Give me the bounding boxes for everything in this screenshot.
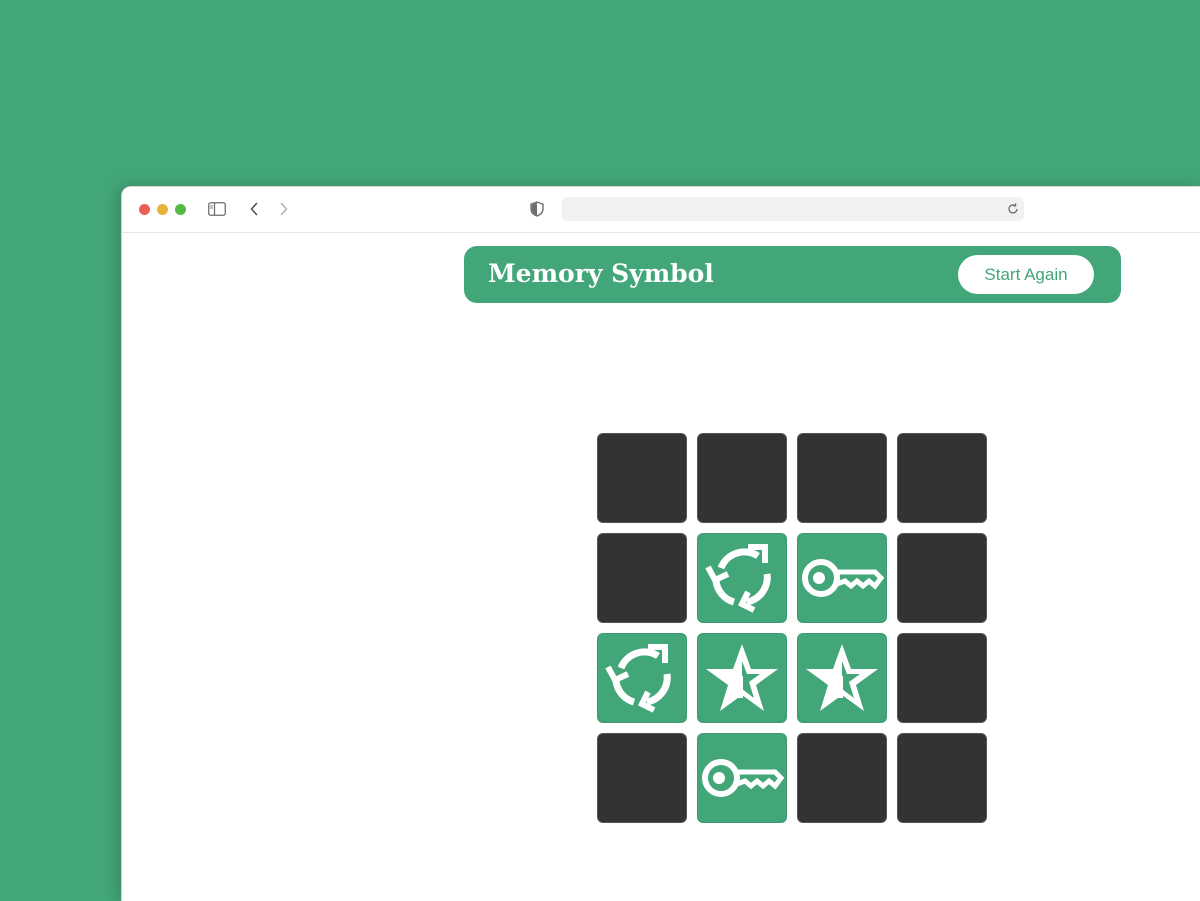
recycle-arrows-icon: [600, 636, 684, 720]
card-hidden[interactable]: [597, 733, 687, 823]
browser-window: Memory Symbol Start Again: [121, 186, 1200, 901]
card-revealed[interactable]: [797, 533, 887, 623]
recycle-arrows-icon: [700, 536, 784, 620]
card-hidden[interactable]: [797, 733, 887, 823]
game-header: Memory Symbol Start Again: [464, 246, 1121, 303]
card-revealed[interactable]: [797, 633, 887, 723]
game-title: Memory Symbol: [488, 259, 714, 288]
sidebar-toggle-icon[interactable]: [207, 200, 227, 218]
key-icon: [699, 748, 785, 808]
card-revealed[interactable]: [697, 533, 787, 623]
reload-icon[interactable]: [1006, 202, 1020, 216]
shield-icon: [528, 200, 546, 218]
half-star-icon: [702, 638, 782, 718]
forward-icon[interactable]: [276, 200, 292, 218]
card-hidden[interactable]: [697, 433, 787, 523]
browser-toolbar: [122, 187, 1200, 233]
close-window-button[interactable]: [139, 204, 150, 215]
card-hidden[interactable]: [897, 533, 987, 623]
maximize-window-button[interactable]: [175, 204, 186, 215]
card-hidden[interactable]: [897, 633, 987, 723]
card-hidden[interactable]: [597, 533, 687, 623]
half-star-icon: [802, 638, 882, 718]
address-bar[interactable]: [562, 197, 1024, 221]
minimize-window-button[interactable]: [157, 204, 168, 215]
card-hidden[interactable]: [597, 433, 687, 523]
card-hidden[interactable]: [897, 433, 987, 523]
key-icon: [799, 548, 885, 608]
start-again-button[interactable]: Start Again: [958, 255, 1094, 294]
memory-board: [597, 433, 987, 823]
card-revealed[interactable]: [697, 633, 787, 723]
card-hidden[interactable]: [897, 733, 987, 823]
card-revealed[interactable]: [597, 633, 687, 723]
card-hidden[interactable]: [797, 433, 887, 523]
card-revealed[interactable]: [697, 733, 787, 823]
back-icon[interactable]: [246, 200, 262, 218]
